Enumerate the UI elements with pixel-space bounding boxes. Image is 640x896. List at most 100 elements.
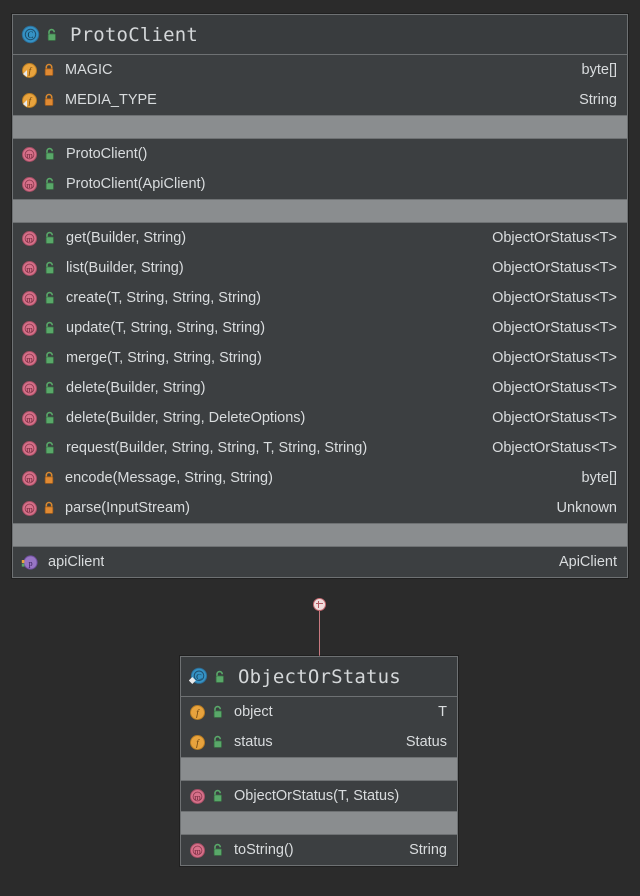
member-row[interactable]: m toString() String [181, 835, 457, 865]
member-row[interactable]: m delete(Builder, String, DeleteOptions)… [13, 403, 627, 433]
member-type: ApiClient [547, 554, 617, 570]
class-section-fields: f object T f status Status [181, 697, 457, 757]
member-row[interactable]: m parse(InputStream) Unknown [13, 493, 627, 523]
association-connector [319, 604, 320, 656]
class-section-constructors: m ObjectOrStatus(T, Status) [181, 781, 457, 811]
class-box-objectorstatus[interactable]: C ObjectOrStatus f object T [180, 656, 458, 866]
method-icon: m [21, 500, 38, 517]
method-icon: m [21, 380, 38, 397]
svg-text:m: m [26, 383, 33, 393]
unlock-icon [43, 321, 56, 335]
property-icon: p [21, 554, 38, 571]
unlock-icon [45, 28, 58, 42]
lock-icon [43, 93, 55, 107]
section-separator [13, 523, 627, 547]
member-name: MAGIC [65, 62, 113, 78]
member-row[interactable]: m ProtoClient(ApiClient) [13, 169, 627, 199]
lock-icon [43, 471, 55, 485]
unlock-icon [43, 381, 56, 395]
member-row[interactable]: f MAGIC byte[] [13, 55, 627, 85]
member-name: ObjectOrStatus(T, Status) [234, 788, 399, 804]
svg-text:m: m [26, 293, 33, 303]
member-name: list(Builder, String) [66, 260, 184, 276]
member-row[interactable]: m update(T, String, String, String) Obje… [13, 313, 627, 343]
class-header-objectorstatus[interactable]: C ObjectOrStatus [181, 657, 457, 697]
method-icon: m [21, 320, 38, 337]
svg-text:m: m [26, 179, 33, 189]
svg-text:m: m [26, 443, 33, 453]
member-row[interactable]: m ObjectOrStatus(T, Status) [181, 781, 457, 811]
unlock-icon [43, 291, 56, 305]
member-row[interactable]: f object T [181, 697, 457, 727]
member-row[interactable]: m encode(Message, String, String) byte[] [13, 463, 627, 493]
member-type: ObjectOrStatus<T> [480, 380, 617, 396]
member-name: ProtoClient() [66, 146, 147, 162]
class-section-methods: m get(Builder, String) ObjectOrStatus<T>… [13, 223, 627, 523]
svg-text:p: p [28, 557, 32, 567]
member-row[interactable]: m request(Builder, String, String, T, St… [13, 433, 627, 463]
member-name: toString() [234, 842, 294, 858]
member-type: String [397, 842, 447, 858]
section-separator [13, 115, 627, 139]
member-type: ObjectOrStatus<T> [480, 260, 617, 276]
svg-text:m: m [26, 473, 33, 483]
member-row[interactable]: f MEDIA_TYPE String [13, 85, 627, 115]
class-title: ProtoClient [70, 24, 198, 46]
member-row[interactable]: m ProtoClient() [13, 139, 627, 169]
class-section-fields: f MAGIC byte[] f [13, 55, 627, 115]
method-icon: m [21, 470, 38, 487]
class-icon: C [189, 667, 208, 686]
svg-text:m: m [26, 503, 33, 513]
member-type: Status [394, 734, 447, 750]
class-header-protoclient[interactable]: C ProtoClient [13, 15, 627, 55]
member-name: apiClient [48, 554, 104, 570]
method-icon: m [21, 440, 38, 457]
method-icon: m [189, 788, 206, 805]
member-type: ObjectOrStatus<T> [480, 230, 617, 246]
svg-text:m: m [26, 263, 33, 273]
field-icon: f [189, 734, 206, 751]
method-icon: m [21, 176, 38, 193]
expand-plus-icon[interactable] [313, 598, 326, 611]
unlock-icon [43, 441, 56, 455]
method-icon: m [21, 350, 38, 367]
svg-text:C: C [196, 671, 202, 681]
member-row[interactable]: p apiClient ApiClient [13, 547, 627, 577]
member-type: String [567, 92, 617, 108]
unlock-icon [213, 670, 226, 684]
section-separator [181, 811, 457, 835]
member-name: ProtoClient(ApiClient) [66, 176, 205, 192]
member-name: parse(InputStream) [65, 500, 190, 516]
unlock-icon [211, 735, 224, 749]
member-name: merge(T, String, String, String) [66, 350, 262, 366]
class-title: ObjectOrStatus [238, 666, 401, 688]
member-type: ObjectOrStatus<T> [480, 320, 617, 336]
member-name: create(T, String, String, String) [66, 290, 261, 306]
member-row[interactable]: f status Status [181, 727, 457, 757]
svg-text:m: m [26, 353, 33, 363]
unlock-icon [43, 177, 56, 191]
member-row[interactable]: m create(T, String, String, String) Obje… [13, 283, 627, 313]
unlock-icon [211, 789, 224, 803]
class-section-constructors: m ProtoClient() m [13, 139, 627, 199]
unlock-icon [43, 231, 56, 245]
member-name: get(Builder, String) [66, 230, 186, 246]
section-separator [181, 757, 457, 781]
section-separator [13, 199, 627, 223]
member-row[interactable]: m merge(T, String, String, String) Objec… [13, 343, 627, 373]
member-row[interactable]: m get(Builder, String) ObjectOrStatus<T> [13, 223, 627, 253]
member-name: delete(Builder, String, DeleteOptions) [66, 410, 305, 426]
method-icon: m [21, 146, 38, 163]
member-name: status [234, 734, 273, 750]
class-box-protoclient[interactable]: C ProtoClient f [12, 14, 628, 578]
member-row[interactable]: m list(Builder, String) ObjectOrStatus<T… [13, 253, 627, 283]
member-name: update(T, String, String, String) [66, 320, 265, 336]
member-row[interactable]: m delete(Builder, String) ObjectOrStatus… [13, 373, 627, 403]
method-icon: m [21, 260, 38, 277]
unlock-icon [43, 261, 56, 275]
member-type: byte[] [570, 470, 617, 486]
member-name: MEDIA_TYPE [65, 92, 157, 108]
unlock-icon [211, 843, 224, 857]
member-name: object [234, 704, 273, 720]
class-section-methods: m toString() String [181, 835, 457, 865]
